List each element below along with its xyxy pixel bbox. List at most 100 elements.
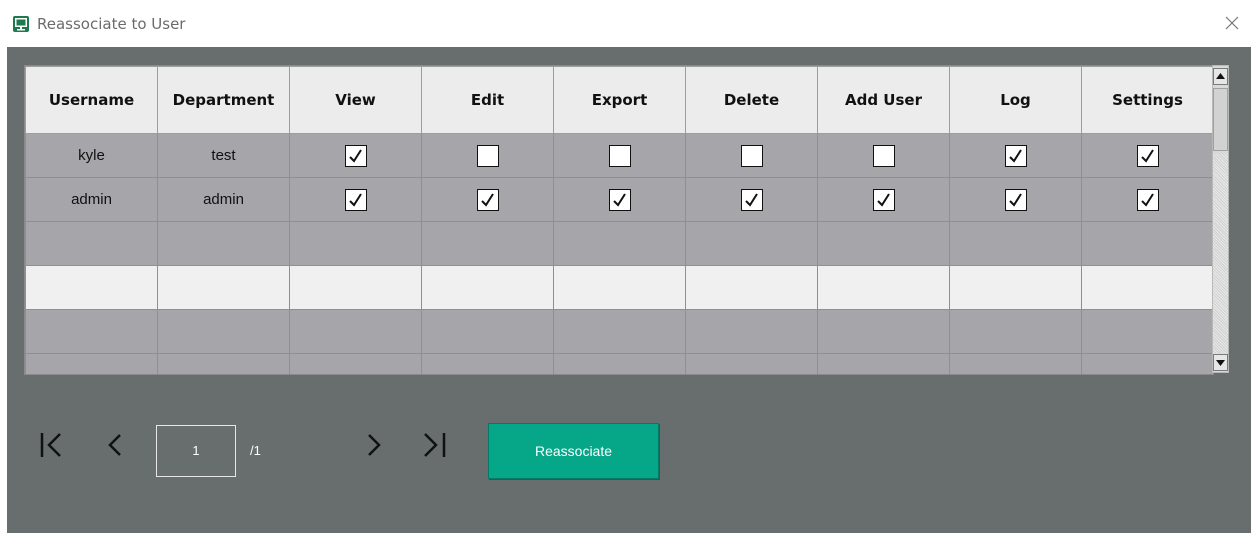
scroll-down-icon[interactable]: [1213, 354, 1228, 371]
empty-cell: [1081, 309, 1213, 354]
checkmark-icon: [1140, 192, 1154, 207]
username-cell: kyle: [25, 133, 158, 178]
empty-cell: [25, 265, 158, 310]
empty-cell: [949, 353, 1082, 374]
export-checkbox[interactable]: [608, 144, 631, 167]
empty-cell: [157, 353, 290, 374]
empty-cell: [949, 221, 1082, 266]
add-user-checkbox[interactable]: [872, 188, 895, 211]
empty-cell: [553, 309, 686, 354]
empty-cell: [553, 353, 686, 374]
title-bar: Reassociate to User: [0, 0, 1251, 47]
empty-cell: [157, 265, 290, 310]
column-header-settings[interactable]: Settings: [1081, 66, 1213, 134]
empty-cell: [1081, 265, 1213, 310]
checkmark-icon: [480, 192, 494, 207]
view-checkbox[interactable]: [344, 144, 367, 167]
add-user-checkbox[interactable]: [872, 144, 895, 167]
view-permission-cell: [289, 177, 422, 222]
edit-permission-cell: [421, 133, 554, 178]
empty-cell: [685, 353, 818, 374]
empty-cell: [421, 221, 554, 266]
checkmark-icon: [1008, 192, 1022, 207]
column-header-view[interactable]: View: [289, 66, 422, 134]
empty-cell: [25, 221, 158, 266]
delete-checkbox[interactable]: [740, 144, 763, 167]
settings-permission-cell: [1081, 177, 1213, 222]
permissions-table: Username Department View Edit Export Del…: [25, 66, 1213, 374]
export-permission-cell: [553, 133, 686, 178]
empty-cell: [157, 309, 290, 354]
department-cell: admin: [157, 177, 290, 222]
reassociate-button[interactable]: Reassociate: [488, 423, 659, 479]
empty-cell: [25, 309, 158, 354]
view-permission-cell: [289, 133, 422, 178]
next-page-icon[interactable]: [358, 430, 388, 460]
empty-cell: [1081, 353, 1213, 374]
checkmark-icon: [612, 192, 626, 207]
last-page-icon[interactable]: [419, 430, 449, 460]
empty-cell: [817, 265, 950, 310]
empty-cell: [817, 221, 950, 266]
settings-checkbox[interactable]: [1136, 188, 1159, 211]
table-row[interactable]: admin admin: [25, 177, 1213, 222]
edit-permission-cell: [421, 177, 554, 222]
empty-cell: [685, 265, 818, 310]
checkmark-icon: [876, 192, 890, 207]
column-header-department[interactable]: Department: [157, 66, 290, 134]
empty-cell: [553, 221, 686, 266]
checkmark-icon: [1140, 148, 1154, 163]
scroll-thumb[interactable]: [1213, 88, 1228, 151]
column-header-export[interactable]: Export: [553, 66, 686, 134]
empty-cell: [289, 265, 422, 310]
view-checkbox[interactable]: [344, 188, 367, 211]
vertical-scrollbar[interactable]: [1212, 65, 1229, 373]
page-number-input[interactable]: 1: [156, 425, 236, 477]
empty-cell: [553, 265, 686, 310]
checkmark-icon: [348, 192, 362, 207]
empty-cell: [421, 265, 554, 310]
column-header-username[interactable]: Username: [25, 66, 158, 134]
empty-cell: [289, 353, 422, 374]
prev-page-icon[interactable]: [101, 430, 131, 460]
empty-cell: [421, 309, 554, 354]
empty-cell: [817, 353, 950, 374]
permissions-table-container: Username Department View Edit Export Del…: [24, 65, 1214, 375]
username-cell: admin: [25, 177, 158, 222]
checkmark-icon: [744, 192, 758, 207]
empty-cell: [949, 265, 1082, 310]
settings-checkbox[interactable]: [1136, 144, 1159, 167]
export-permission-cell: [553, 177, 686, 222]
empty-cell: [289, 221, 422, 266]
table-header-row: Username Department View Edit Export Del…: [25, 66, 1213, 134]
column-header-edit[interactable]: Edit: [421, 66, 554, 134]
empty-cell: [157, 221, 290, 266]
scroll-track[interactable]: [1213, 154, 1228, 354]
table-row[interactable]: [25, 309, 1213, 354]
checkmark-icon: [348, 148, 362, 163]
checkmark-icon: [1008, 148, 1022, 163]
department-cell: test: [157, 133, 290, 178]
column-header-delete[interactable]: Delete: [685, 66, 818, 134]
edit-checkbox[interactable]: [476, 144, 499, 167]
table-row[interactable]: [25, 221, 1213, 266]
table-row[interactable]: kyle test: [25, 133, 1213, 178]
column-header-add-user[interactable]: Add User: [817, 66, 950, 134]
delete-checkbox[interactable]: [740, 188, 763, 211]
log-checkbox[interactable]: [1004, 188, 1027, 211]
export-checkbox[interactable]: [608, 188, 631, 211]
table-row[interactable]: [25, 265, 1213, 310]
table-row[interactable]: [25, 353, 1213, 374]
edit-checkbox[interactable]: [476, 188, 499, 211]
monitor-app-icon: [13, 16, 29, 32]
log-permission-cell: [949, 177, 1082, 222]
scroll-up-icon[interactable]: [1213, 68, 1228, 85]
column-header-log[interactable]: Log: [949, 66, 1082, 134]
page-total-label: /1: [250, 443, 261, 458]
log-permission-cell: [949, 133, 1082, 178]
close-icon[interactable]: [1223, 14, 1241, 32]
log-checkbox[interactable]: [1004, 144, 1027, 167]
empty-cell: [421, 353, 554, 374]
first-page-icon[interactable]: [36, 430, 66, 460]
add-user-permission-cell: [817, 133, 950, 178]
